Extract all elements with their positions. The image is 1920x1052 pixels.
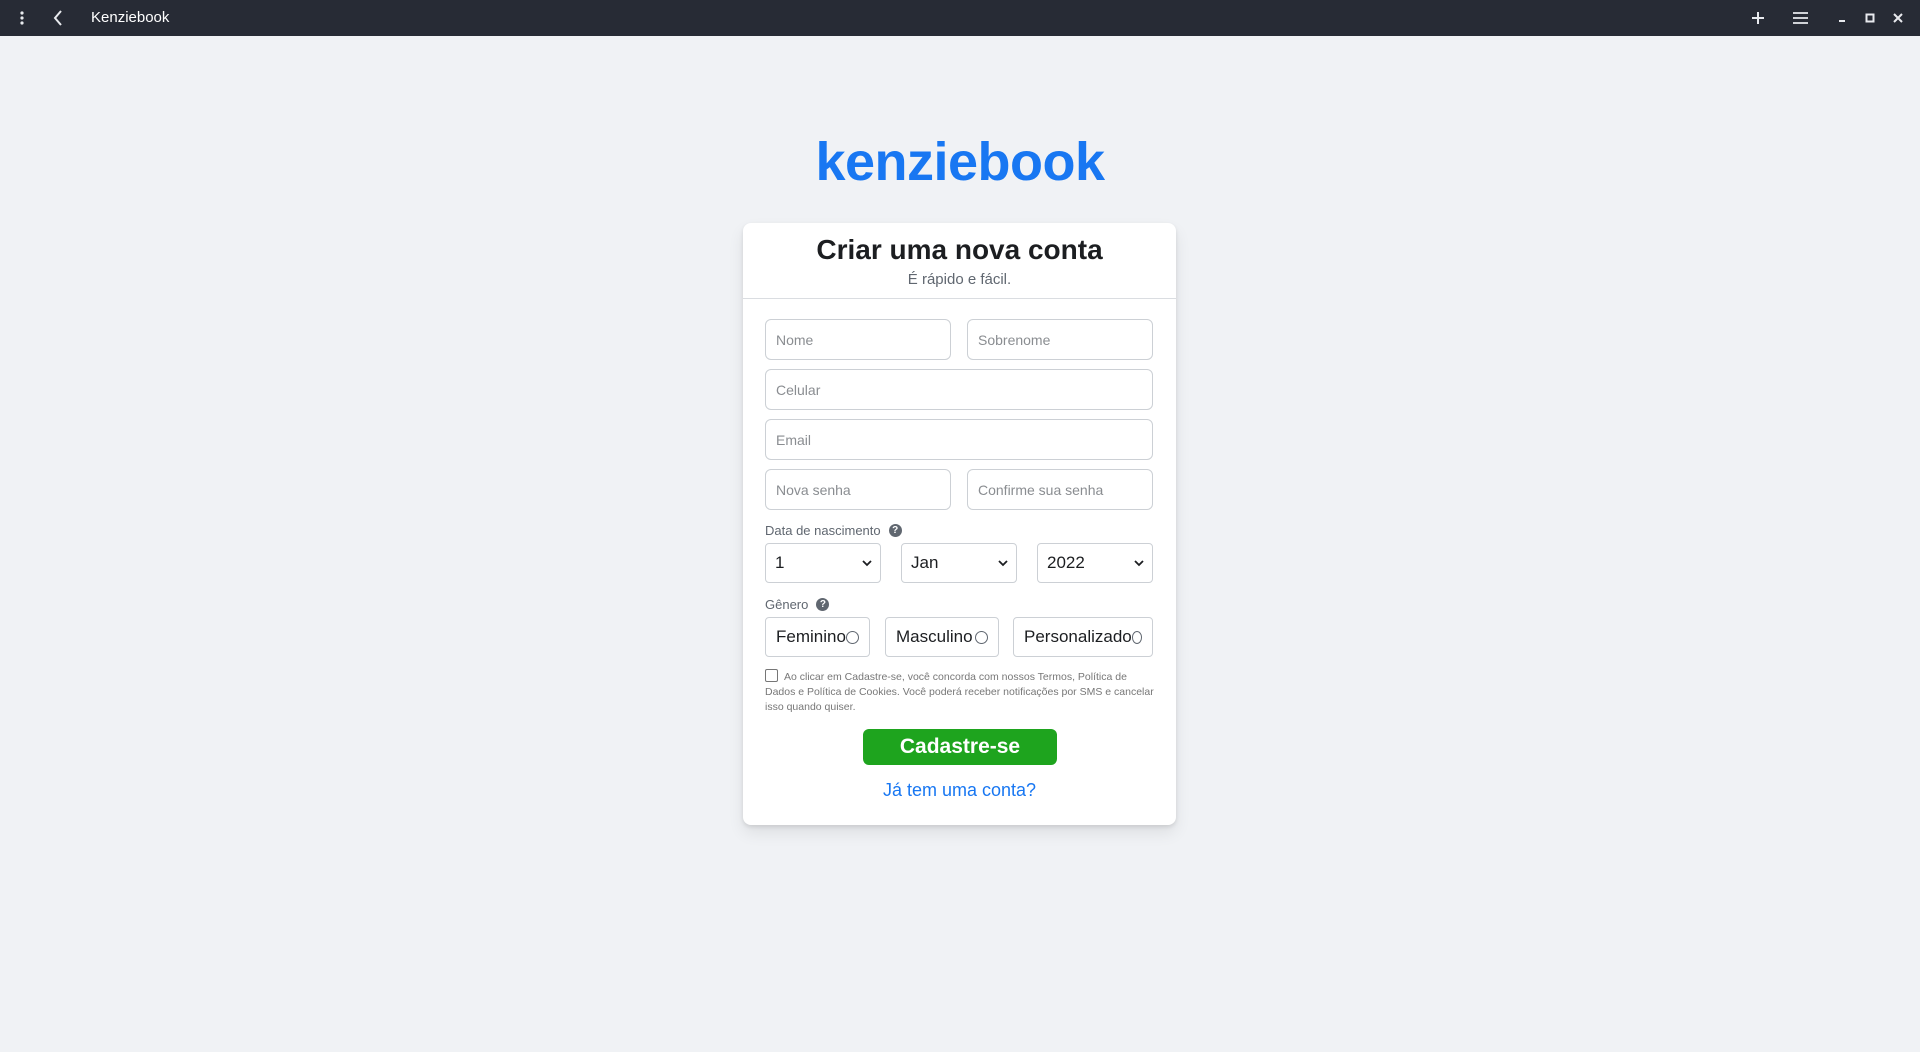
phone-input[interactable]: [765, 369, 1153, 410]
login-link[interactable]: Já tem uma conta?: [743, 780, 1176, 801]
birth-day-select[interactable]: 1: [765, 543, 881, 583]
first-name-input[interactable]: [765, 319, 951, 360]
chevron-down-icon: [1134, 556, 1144, 570]
help-icon[interactable]: ?: [816, 598, 830, 611]
plus-icon[interactable]: [1744, 4, 1772, 32]
gender-option-masculino[interactable]: Masculino: [885, 617, 999, 657]
birth-day-value: 1: [775, 553, 785, 572]
birth-year-select[interactable]: 2022: [1037, 543, 1153, 583]
signup-card: Criar uma nova conta É rápido e fácil. D…: [743, 223, 1176, 825]
kebab-menu-icon[interactable]: [8, 4, 36, 32]
gender-option-label: Masculino: [896, 627, 973, 646]
confirm-password-input[interactable]: [967, 469, 1153, 510]
radio-button[interactable]: [1131, 630, 1142, 644]
birth-month-value: Jan: [911, 553, 939, 572]
radio-button[interactable]: [975, 630, 988, 644]
password-input[interactable]: [765, 469, 951, 510]
gender-label: Gênero ?: [765, 597, 830, 612]
maximize-icon[interactable]: [1856, 4, 1884, 32]
hamburger-icon[interactable]: [1786, 4, 1814, 32]
card-title: Criar uma nova conta: [816, 234, 1103, 265]
card-header: Criar uma nova conta É rápido e fácil.: [743, 223, 1176, 299]
brand-logo: kenziebook: [815, 132, 1105, 192]
gender-option-feminino[interactable]: Feminino: [765, 617, 870, 657]
terms-checkbox[interactable]: [765, 669, 778, 682]
radio-button[interactable]: [846, 630, 859, 644]
birth-month-select[interactable]: Jan: [901, 543, 1017, 583]
birthdate-label-text: Data de nascimento: [765, 523, 881, 538]
help-icon[interactable]: ?: [888, 524, 902, 537]
signup-button[interactable]: Cadastre-se: [863, 729, 1057, 765]
terms-text: Ao clicar em Cadastre-se, você concorda …: [765, 671, 1154, 713]
window-title: Kenziebook: [91, 9, 170, 26]
birth-year-value: 2022: [1047, 553, 1085, 572]
last-name-input[interactable]: [967, 319, 1153, 360]
close-icon[interactable]: [1884, 4, 1912, 32]
card-subtitle: É rápido e fácil.: [907, 271, 1012, 288]
chevron-down-icon: [998, 556, 1008, 570]
gender-option-label: Personalizado: [1024, 627, 1132, 646]
gender-label-text: Gênero: [765, 597, 809, 612]
terms-notice: Ao clicar em Cadastre-se, você concorda …: [765, 669, 1157, 715]
minimize-icon[interactable]: [1828, 4, 1856, 32]
chevron-left-icon[interactable]: [44, 4, 72, 32]
chevron-down-icon: [862, 556, 872, 570]
birthdate-label: Data de nascimento ?: [765, 523, 902, 538]
email-input[interactable]: [765, 419, 1153, 460]
window-title-bar: Kenziebook: [0, 0, 1920, 36]
gender-option-label: Feminino: [776, 627, 846, 646]
gender-option-personalizado[interactable]: Personalizado: [1013, 617, 1153, 657]
